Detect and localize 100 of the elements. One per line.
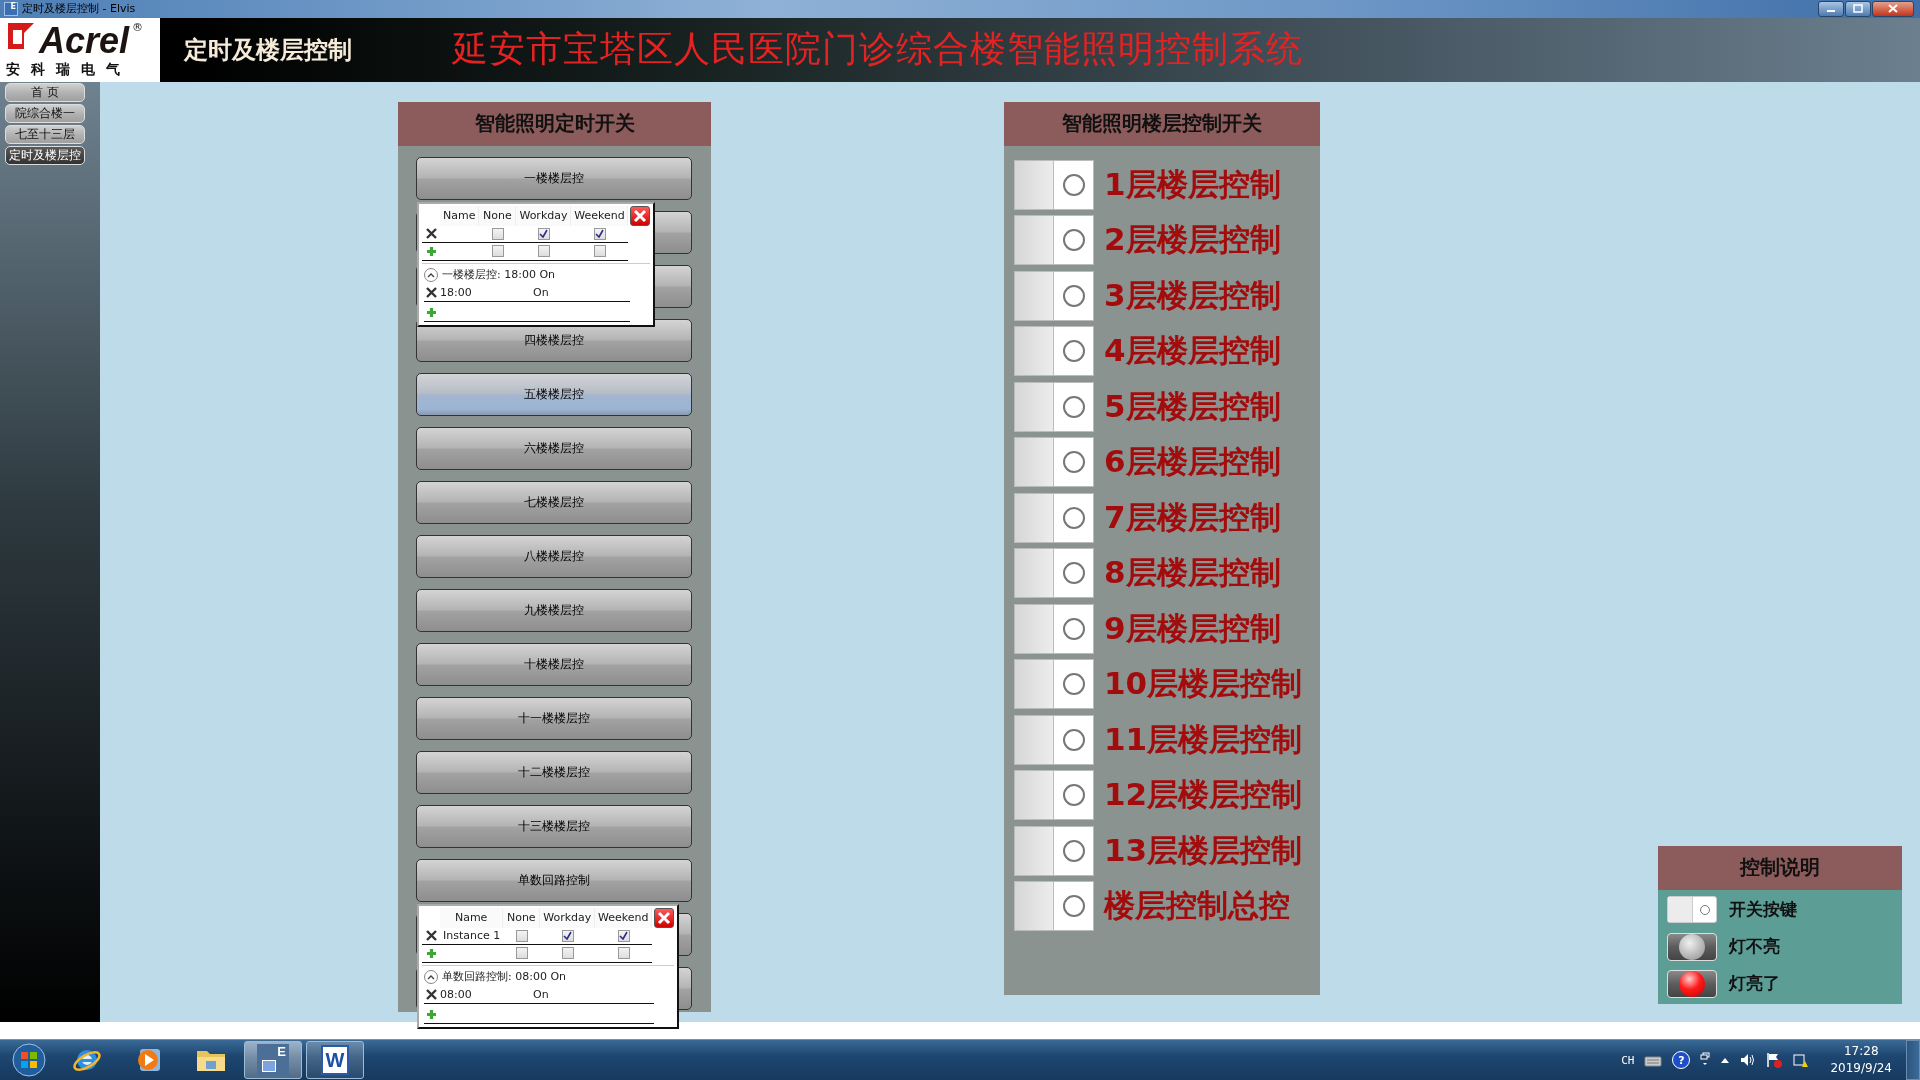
floor-label: 6层楼层控制 [1104, 442, 1281, 481]
help-icon[interactable]: ? [1672, 1051, 1691, 1069]
toggle-switch[interactable] [1014, 825, 1094, 876]
floor-label: 1层楼层控制 [1104, 164, 1281, 204]
delete-icon[interactable] [426, 286, 437, 298]
checkbox[interactable] [491, 227, 504, 240]
toggle-switch[interactable] [1014, 714, 1094, 765]
toggle-switch[interactable] [1014, 437, 1094, 487]
floor-label: 12层楼层控制 [1104, 775, 1303, 814]
nav-button[interactable]: 七至十三层 [5, 124, 85, 144]
floor-timer-button[interactable]: 十二楼楼层控 [416, 750, 692, 794]
page-title: 定时及楼层控制 [184, 34, 352, 66]
floor-timer-button[interactable]: 十楼楼层控 [416, 642, 692, 686]
close-button[interactable] [630, 205, 651, 226]
toggle-switch[interactable] [1014, 770, 1094, 820]
checkbox[interactable] [561, 929, 574, 942]
schedule-summary: 一楼楼层控: 18:00 On [442, 267, 556, 282]
show-hidden-icon[interactable] [1720, 1056, 1731, 1064]
nav-button[interactable]: 院综合楼一 [5, 103, 85, 123]
close-icon [1888, 4, 1898, 14]
floor-timer-button[interactable]: 十一楼楼层控 [416, 696, 692, 740]
toggle-switch[interactable] [1014, 548, 1094, 598]
speaker-icon[interactable] [1740, 1053, 1757, 1067]
legend-title: 控制说明 [1658, 845, 1902, 890]
schedule-action: On [533, 987, 549, 1001]
floor-label: 2层楼层控制 [1104, 220, 1281, 259]
column-header: None [479, 205, 517, 226]
floor-timer-button[interactable]: 六楼楼层控 [416, 426, 692, 470]
toggle-switch[interactable] [1014, 215, 1094, 265]
delete-icon[interactable] [425, 228, 437, 239]
taskbar-button[interactable]: W [306, 1041, 364, 1079]
close-button[interactable] [1872, 0, 1914, 17]
checkbox[interactable] [515, 929, 528, 942]
add-icon[interactable] [425, 245, 437, 257]
floor-label: 9层楼层控制 [1104, 608, 1281, 648]
close-icon [633, 208, 648, 223]
floor-timer-button[interactable]: 九楼楼层控 [416, 588, 692, 632]
column-header: Name [440, 907, 504, 928]
floor-label: 11层楼层控制 [1104, 719, 1303, 759]
language-indicator[interactable]: CH [1621, 1053, 1635, 1067]
document-icon: W [321, 1045, 349, 1075]
delete-icon[interactable] [425, 930, 437, 941]
instance-name: Instance 1 [442, 929, 502, 942]
floor-label: 楼层控制总控 [1104, 886, 1290, 925]
panel-title: 智能照明楼层控制开关 [1004, 101, 1320, 146]
floor-label: 10层楼层控制 [1104, 664, 1303, 703]
schedule-action: On [533, 285, 549, 299]
legend-label: 开关按键 [1729, 898, 1797, 921]
schedule-summary: 单数回路控制: 08:00 On [442, 969, 567, 984]
nav-button[interactable]: 首 页 [5, 82, 85, 102]
toggle-switch[interactable] [1014, 492, 1094, 543]
close-button[interactable] [654, 907, 675, 928]
column-header: None [503, 907, 541, 928]
legend-label: 灯亮了 [1729, 972, 1780, 995]
floor-label: 5层楼层控制 [1104, 386, 1281, 426]
toggle-switch[interactable] [1014, 659, 1094, 709]
maximize-button[interactable] [1845, 0, 1871, 17]
checkbox[interactable] [561, 947, 574, 959]
close-icon [657, 910, 672, 925]
checkbox[interactable] [593, 245, 606, 257]
floor-label: 4层楼层控制 [1104, 331, 1281, 370]
floor-timer-button[interactable]: 八楼楼层控 [416, 534, 692, 578]
checkbox[interactable] [537, 245, 550, 257]
maximize-icon [1853, 4, 1863, 14]
show-desktop-button[interactable] [1906, 1040, 1920, 1080]
toggle-switch[interactable] [1014, 381, 1094, 432]
checkbox[interactable] [537, 227, 550, 240]
toggle-switch[interactable] [1014, 270, 1094, 321]
chevron-icon [427, 973, 435, 980]
checkbox[interactable] [617, 929, 630, 942]
toggle-switch[interactable] [1014, 881, 1094, 931]
add-icon[interactable] [426, 1008, 437, 1020]
taskbar-button[interactable]: E [244, 1041, 302, 1079]
app-icon: E [257, 1044, 289, 1076]
add-icon[interactable] [426, 306, 437, 318]
add-icon[interactable] [425, 947, 437, 959]
flag-icon[interactable] [1766, 1052, 1783, 1068]
toggle-switch[interactable] [1014, 159, 1094, 210]
toggle-switch[interactable] [1014, 603, 1094, 654]
floor-label: 8层楼层控制 [1104, 553, 1281, 592]
checkbox[interactable] [617, 947, 630, 959]
nav-button[interactable]: 定时及楼层控 [5, 145, 85, 165]
checkbox[interactable] [515, 947, 528, 959]
checkbox[interactable] [491, 245, 504, 257]
column-header: Name [440, 205, 480, 226]
floor-timer-button[interactable]: 五楼楼层控 [416, 372, 692, 416]
floor-timer-button[interactable]: 单数回路控制 [416, 858, 692, 902]
system-title: 延安市宝塔区人民医院门诊综合楼智能照明控制系统 [452, 27, 1303, 71]
toggle-switch[interactable] [1014, 326, 1094, 376]
floor-timer-button[interactable]: 七楼楼层控 [416, 480, 692, 524]
floor-timer-button[interactable]: 一楼楼层控 [416, 156, 692, 200]
checkbox[interactable] [593, 227, 606, 240]
clock-time: 17:28 [1843, 1043, 1879, 1060]
floor-timer-button[interactable]: 十三楼楼层控 [416, 804, 692, 848]
unlit-lamp-icon [1667, 932, 1717, 961]
keyboard-icon[interactable] [1644, 1053, 1663, 1067]
delete-icon[interactable] [426, 988, 437, 1000]
network-icon[interactable] [1792, 1052, 1809, 1068]
minimize-button[interactable] [1818, 0, 1844, 17]
floor-label: 13层楼层控制 [1104, 830, 1303, 870]
